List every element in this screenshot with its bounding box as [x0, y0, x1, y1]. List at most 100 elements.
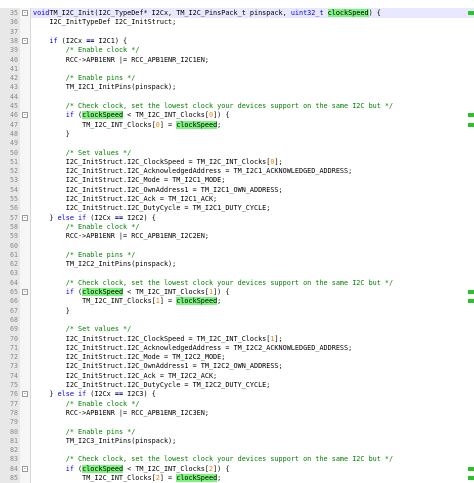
- code-token: I2C_InitStruct.I2C_ClockSpeed = TM_I2C_I…: [33, 157, 271, 166]
- code-text: TM_I2C_INT_Clocks[2] = clockSpeed;: [33, 473, 221, 483]
- code-token: I2C_InitStruct.I2C_Ack = TM_I2C2_ACK;: [33, 371, 218, 380]
- code-token: RCC->APB1ENR |= RCC_APB1ENR_I2C3EN;: [33, 408, 209, 417]
- match-marker: [468, 290, 474, 294]
- match-marker: [468, 113, 474, 118]
- code-token: I2C_InitStruct.I2C_Mode = TM_I2C2_MODE;: [33, 353, 226, 362]
- code-token: (I2Cx: [86, 213, 115, 222]
- code-token: ] =: [159, 297, 177, 306]
- code-token: ;: [217, 297, 222, 306]
- search-highlight: clockSpeed: [82, 111, 124, 120]
- code-token: RCC->APB1ENR |= RCC_APB1ENR_I2C1EN;: [33, 55, 209, 64]
- match-marker: [468, 122, 474, 127]
- code-token: ) {: [368, 9, 381, 17]
- code-token: (I2Cx: [57, 36, 87, 45]
- code-token: I2C2) {: [123, 213, 156, 222]
- code-token: I2C1) {: [94, 36, 128, 45]
- code-token: ] =: [159, 120, 177, 129]
- code-token: }: [33, 306, 70, 315]
- code-token: /* Enable clock */: [65, 399, 140, 408]
- fold-toggle-icon[interactable]: -: [22, 465, 28, 472]
- fold-toggle-icon[interactable]: -: [22, 10, 28, 16]
- code-token: I2C_InitTypeDef I2C_InitStruct;: [33, 18, 177, 27]
- code-token: }: [33, 129, 70, 138]
- code-token: I2C_InitStruct.I2C_Mode = TM_I2C1_MODE;: [33, 176, 226, 185]
- code-token: /* Enable pins */: [65, 427, 136, 436]
- code-token: else if: [57, 390, 87, 399]
- code-token: /* Enable clock */: [65, 46, 140, 55]
- code-token: I2C_InitStruct.I2C_AcknowledgedAddress =…: [33, 167, 353, 176]
- code-token: I2C_InitStruct.I2C_DutyCycle = TM_I2C2_D…: [33, 381, 271, 389]
- code-token: /* Check clock, set the lowest clock you…: [65, 455, 394, 464]
- code-token: /* Set values */: [65, 148, 132, 157]
- code-token: I2C_InitStruct.I2C_OwnAddress1 = TM_I2C2…: [33, 362, 283, 371]
- fold-gutter: [20, 473, 31, 483]
- code-token: /* Check clock, set the lowest clock you…: [65, 278, 394, 287]
- code-token: ];: [274, 334, 283, 343]
- code-token: else if: [57, 213, 87, 222]
- code-token: }: [33, 213, 58, 222]
- code-line[interactable]: 85 TM_I2C_INT_Clocks[2] = clockSpeed;: [0, 473, 474, 483]
- fold-toggle-icon[interactable]: -: [22, 112, 28, 119]
- search-highlight: clockSpeed: [176, 297, 218, 306]
- code-token: TM_I2C_Init(I2C_TypeDef* I2Cx, TM_I2C_Pi…: [49, 9, 291, 17]
- code-token: /* Enable pins */: [65, 250, 136, 259]
- code-token: I2C_InitStruct.I2C_OwnAddress1 = TM_I2C1…: [33, 185, 283, 194]
- code-editor[interactable]: 35- voidTM_I2C_Init(I2C_TypeDef* I2Cx, TM…: [0, 0, 474, 483]
- code-token: if: [65, 288, 74, 296]
- code-token: TM_I2C_INT_Clocks[: [33, 474, 156, 482]
- code-token: I2C3) {: [123, 390, 156, 399]
- code-token: I2C_InitStruct.I2C_AcknowledgedAddress =…: [33, 343, 353, 352]
- code-token: TM_I2C3_InitPins(pinspack);: [33, 436, 177, 445]
- match-marker: [468, 11, 474, 15]
- code-token: ];: [274, 157, 283, 166]
- code-token: ]) {: [213, 464, 230, 473]
- line-number: 85: [0, 473, 20, 483]
- code-token: TM_I2C_INT_Clocks[: [33, 120, 156, 129]
- code-token: ==: [114, 390, 124, 399]
- match-marker: [468, 299, 474, 304]
- search-highlight: clockSpeed: [327, 9, 369, 17]
- code-token: if: [65, 464, 74, 473]
- code-token: ;: [217, 474, 222, 482]
- fold-toggle-icon[interactable]: -: [22, 37, 28, 44]
- code-token: /* Check clock, set the lowest clock you…: [65, 102, 394, 110]
- code-token: I2C_InitStruct.I2C_ClockSpeed = TM_I2C_I…: [33, 334, 271, 343]
- code-token: void: [33, 9, 50, 17]
- fold-toggle-icon[interactable]: -: [22, 214, 28, 221]
- code-token: TM_I2C1_InitPins(pinspack);: [33, 83, 177, 92]
- code-token: ]) {: [213, 111, 230, 120]
- code-token: < TM_I2C_INT_Clocks[: [123, 111, 209, 120]
- code-token: /* Set values */: [65, 325, 132, 334]
- code-token: ;: [217, 120, 222, 129]
- search-highlight: clockSpeed: [176, 120, 218, 129]
- code-token: (: [73, 288, 83, 296]
- code-token: uint32_t: [290, 9, 324, 17]
- code-token: }: [33, 390, 58, 399]
- code-token: ]) {: [213, 288, 230, 296]
- match-marker: [468, 476, 474, 480]
- code-token: RCC->APB1ENR |= RCC_APB1ENR_I2C2EN;: [33, 232, 209, 241]
- code-token: I2C_InitStruct.I2C_DutyCycle = TM_I2C1_D…: [33, 204, 271, 213]
- code-token: (: [73, 111, 83, 120]
- code-token: (I2Cx: [86, 390, 115, 399]
- search-highlight: clockSpeed: [176, 474, 218, 482]
- code-token: /* Enable pins */: [65, 74, 136, 83]
- fold-toggle-icon[interactable]: -: [22, 391, 28, 398]
- fold-toggle-icon[interactable]: -: [22, 289, 28, 295]
- code-token: (: [73, 464, 83, 473]
- code-token: /* Enable clock */: [65, 222, 140, 231]
